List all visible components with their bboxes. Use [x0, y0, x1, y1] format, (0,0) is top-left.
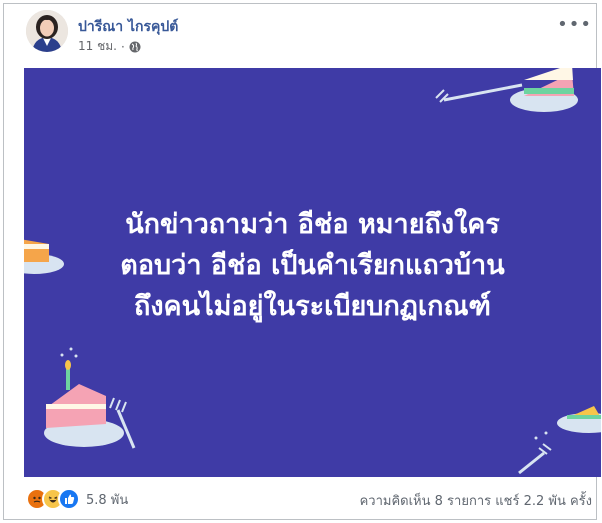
avatar[interactable]: [26, 10, 68, 52]
post-text-line: ตอบว่า อีช่อ เป็นคำเรียกแถวบ้าน: [120, 250, 505, 281]
globe-icon[interactable]: [129, 41, 141, 53]
like-reaction-icon: [58, 488, 80, 510]
engagement-bar: 5.8 พัน ความคิดเห็น 8 รายการ แชร์ 2.2 พั…: [26, 484, 594, 514]
post-header: ปารีณา ไกรคุปต์ 11 ชม. · •••: [26, 10, 594, 58]
post-stats: ความคิดเห็น 8 รายการ แชร์ 2.2 พัน ครั้ง: [360, 490, 592, 511]
post-timestamp[interactable]: 11 ชม.: [78, 37, 117, 56]
reaction-count: 5.8 พัน: [86, 492, 129, 508]
post-text-line: นักข่าวถามว่า อีช่อ หมายถึงใคร: [125, 209, 500, 240]
comments-count-link[interactable]: ความคิดเห็น 8 รายการ: [360, 494, 492, 509]
post-text-banner: นักข่าวถามว่า อีช่อ หมายถึงใคร ตอบว่า อี…: [24, 68, 601, 477]
author-name[interactable]: ปารีณา ไกรคุปต์: [78, 16, 178, 38]
post-text-line: ถึงคนไม่อยู่ในระเบียบกฏเกณฑ์: [134, 291, 491, 322]
reactions-summary[interactable]: 5.8 พัน: [26, 488, 128, 510]
shares-count-link[interactable]: แชร์ 2.2 พัน ครั้ง: [495, 494, 592, 509]
post-meta: 11 ชม. ·: [78, 37, 141, 56]
meta-separator: ·: [120, 39, 125, 54]
post-text: นักข่าวถามว่า อีช่อ หมายถึงใคร ตอบว่า อี…: [24, 204, 601, 327]
avatar-portrait-icon: [26, 10, 68, 52]
post-card: ปารีณา ไกรคุปต์ 11 ชม. · ••• นักข่าวถามว…: [3, 3, 601, 520]
more-options-icon[interactable]: •••: [557, 14, 592, 35]
